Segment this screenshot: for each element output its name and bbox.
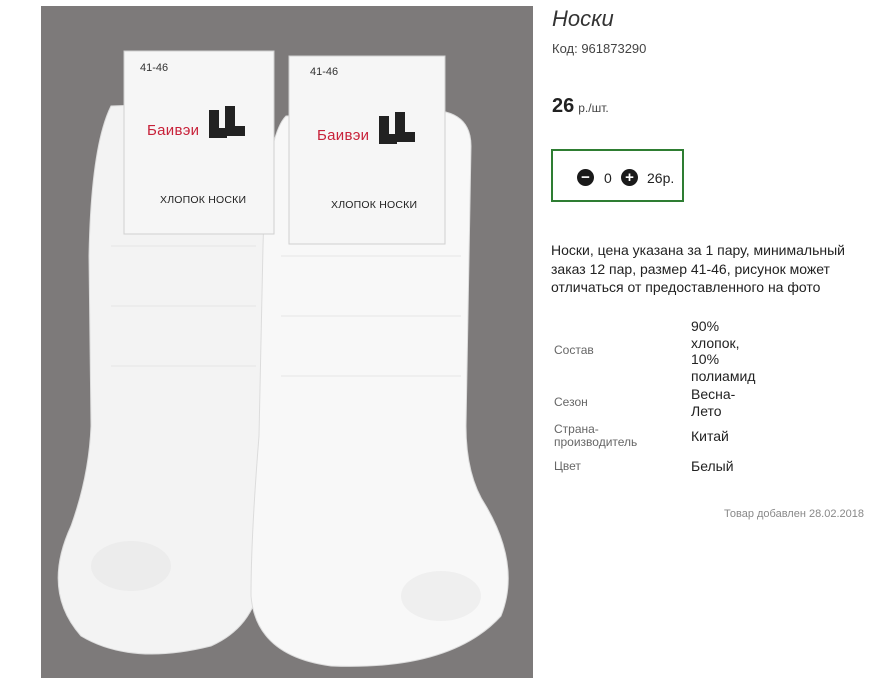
quantity-value: 0 (604, 170, 612, 186)
quantity-selector: − 0 + 26р. (551, 149, 684, 202)
spec-value: Китай (691, 428, 729, 444)
socks-illustration (57, 50, 509, 667)
tag-brand-left: Баивэи (147, 122, 200, 139)
plus-circle-icon[interactable]: + (621, 169, 638, 186)
minus-circle-icon[interactable]: − (577, 169, 594, 186)
product-description: Носки, цена указана за 1 пару, минимальн… (551, 242, 845, 295)
tag-size-left: 41-46 (140, 62, 169, 74)
added-date: Товар добавлен 28.02.2018 (724, 508, 865, 520)
spec-value: Белый (691, 458, 734, 474)
spec-label: Цвет (554, 459, 581, 473)
total-price: 26р. (647, 170, 675, 186)
tag-size-right: 41-46 (310, 66, 339, 78)
spec-value: 90% хлопок, 10% полиамид (691, 318, 756, 384)
product-code: Код: 961873290 (552, 41, 647, 56)
product-photo[interactable]: 41-46 Баивэи ХЛОПОК НОСКИ 41-46 Баивэи Х… (41, 6, 533, 678)
tag-brand-right: Баивэи (317, 127, 370, 144)
spec-label: Состав (554, 343, 594, 357)
tag-sub-right: ХЛОПОК НОСКИ (331, 199, 418, 211)
product-price: 26 р./шт. (552, 95, 609, 118)
price-value: 26 (552, 95, 575, 117)
price-unit: р./шт. (578, 101, 609, 115)
spec-label: Страна-производитель (554, 422, 638, 449)
product-title: Носки (552, 6, 614, 31)
tag-sub-left: ХЛОПОК НОСКИ (160, 194, 247, 206)
spec-value: Весна-Лето (691, 386, 736, 419)
spec-label: Сезон (554, 395, 588, 409)
